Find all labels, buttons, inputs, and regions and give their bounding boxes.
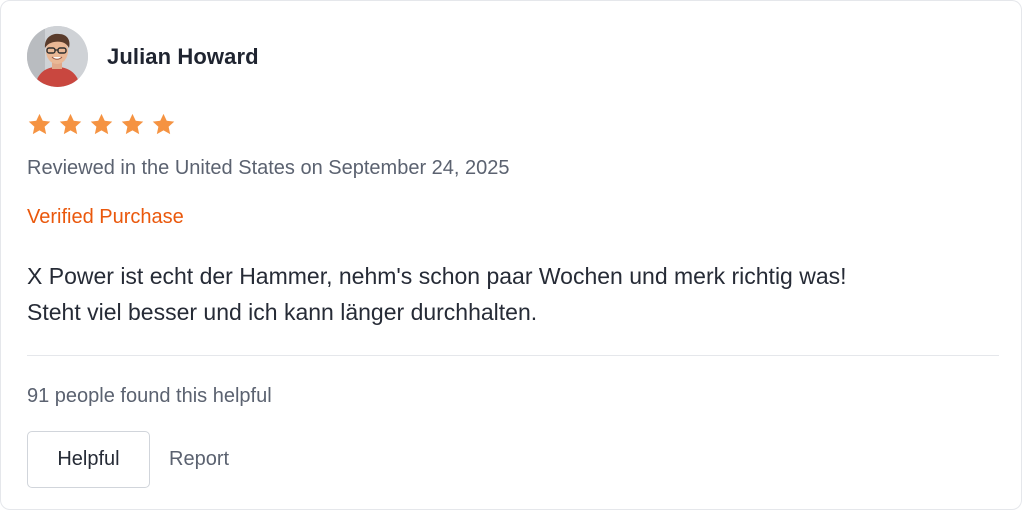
avatar bbox=[27, 26, 88, 87]
review-text: X Power ist echt der Hammer, nehm's scho… bbox=[27, 258, 997, 330]
star-filled-icon bbox=[28, 113, 51, 135]
star-filled-icon bbox=[152, 113, 175, 135]
divider bbox=[27, 355, 999, 356]
helpful-button[interactable]: Helpful bbox=[27, 431, 150, 488]
review-header: Julian Howard bbox=[27, 26, 259, 87]
review-text-line: Steht viel besser und ich kann länger du… bbox=[27, 299, 538, 325]
review-card: Julian Howard Reviewed in the United Sta… bbox=[0, 0, 1022, 510]
star-rating bbox=[27, 112, 176, 137]
helpful-count: 91 people found this helpful bbox=[27, 385, 272, 407]
verified-purchase-badge: Verified Purchase bbox=[27, 206, 184, 228]
star-filled-icon bbox=[90, 113, 113, 135]
star-filled-icon bbox=[59, 113, 82, 135]
star-filled-icon bbox=[121, 113, 144, 135]
report-link[interactable]: Report bbox=[169, 448, 229, 471]
review-meta: Reviewed in the United States on Septemb… bbox=[27, 157, 510, 179]
reviewer-name: Julian Howard bbox=[107, 43, 259, 69]
avatar-photo-icon bbox=[27, 26, 88, 87]
review-actions: Helpful Report bbox=[27, 431, 229, 488]
review-text-line: X Power ist echt der Hammer, nehm's scho… bbox=[27, 263, 847, 289]
